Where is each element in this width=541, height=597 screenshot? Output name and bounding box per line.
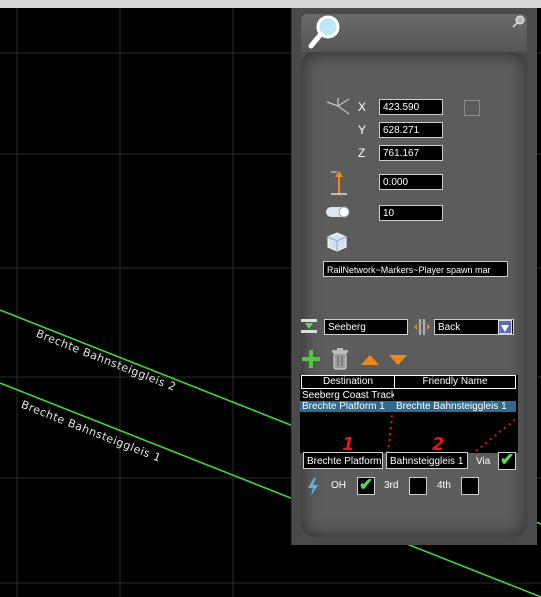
check-icon: ✔	[500, 450, 515, 469]
track-rule-icon	[301, 319, 317, 333]
top-bar	[0, 0, 541, 8]
axes-icon	[326, 98, 350, 115]
destination-cell: Seeberg Coast Track	[302, 390, 394, 401]
properties-panel: X 423.590 Y 628.271 Z 761.167 0.000 10 R…	[291, 8, 537, 545]
destination-edit-field[interactable]: Brechte Platform	[303, 452, 383, 469]
route-field[interactable]: Seeberg	[324, 319, 408, 335]
x-position-field[interactable]: 423.590	[379, 99, 443, 115]
move-up-icon[interactable]	[360, 354, 380, 366]
dropdown-arrow-icon[interactable]	[498, 320, 512, 334]
trash-icon[interactable]	[331, 348, 349, 370]
via-label: Via	[476, 456, 491, 467]
table-row-selected[interactable]: Brechte Platform 1 Brechte Bahnsteigglei…	[300, 401, 516, 412]
check-icon: ✔	[359, 475, 374, 494]
magnifier-icon[interactable]	[306, 12, 346, 52]
length-icon	[326, 206, 350, 218]
z-position-field[interactable]: 761.167	[379, 145, 443, 161]
height-field[interactable]: 0.000	[379, 174, 443, 190]
oh-checkbox[interactable]: ✔	[357, 475, 375, 495]
length-field[interactable]: 10	[379, 205, 443, 221]
lightning-icon	[308, 478, 318, 496]
switch-icon[interactable]	[410, 317, 434, 337]
x-label: X	[358, 100, 367, 114]
table-row[interactable]: Seeberg Coast Track	[300, 390, 518, 401]
path-preview	[387, 414, 517, 453]
y-position-field[interactable]: 628.271	[379, 122, 443, 138]
direction-value: Back	[438, 322, 461, 333]
cube-icon	[327, 232, 347, 252]
friendly-cell: Brechte Bahnsteiggleis 1	[396, 401, 507, 412]
fourth-rail-checkbox[interactable]	[461, 477, 479, 495]
third-rail-label: 3rd	[384, 480, 399, 491]
friendly-edit-field[interactable]: Bahnsteiggleis 1	[386, 452, 468, 469]
via-checkbox[interactable]: ✔	[498, 450, 516, 470]
friendly-name-header: Friendly Name	[394, 375, 516, 389]
move-down-icon[interactable]	[388, 354, 408, 366]
pin-icon[interactable]	[510, 14, 526, 30]
object-name-field[interactable]: RailNetwork~Markers~Player spawn mar	[323, 261, 508, 277]
oh-label: OH	[331, 480, 346, 491]
destination-table: Destination Friendly Name Seeberg Coast …	[300, 375, 518, 453]
fourth-rail-label: 4th	[437, 480, 451, 491]
third-rail-checkbox[interactable]	[409, 477, 427, 495]
destination-cell: Brechte Platform 1	[302, 401, 385, 412]
height-icon	[331, 171, 347, 195]
add-icon[interactable]	[301, 349, 321, 369]
lock-checkbox[interactable]	[464, 100, 480, 116]
y-label: Y	[358, 123, 367, 137]
destination-header: Destination	[301, 375, 395, 389]
z-label: Z	[358, 146, 366, 160]
